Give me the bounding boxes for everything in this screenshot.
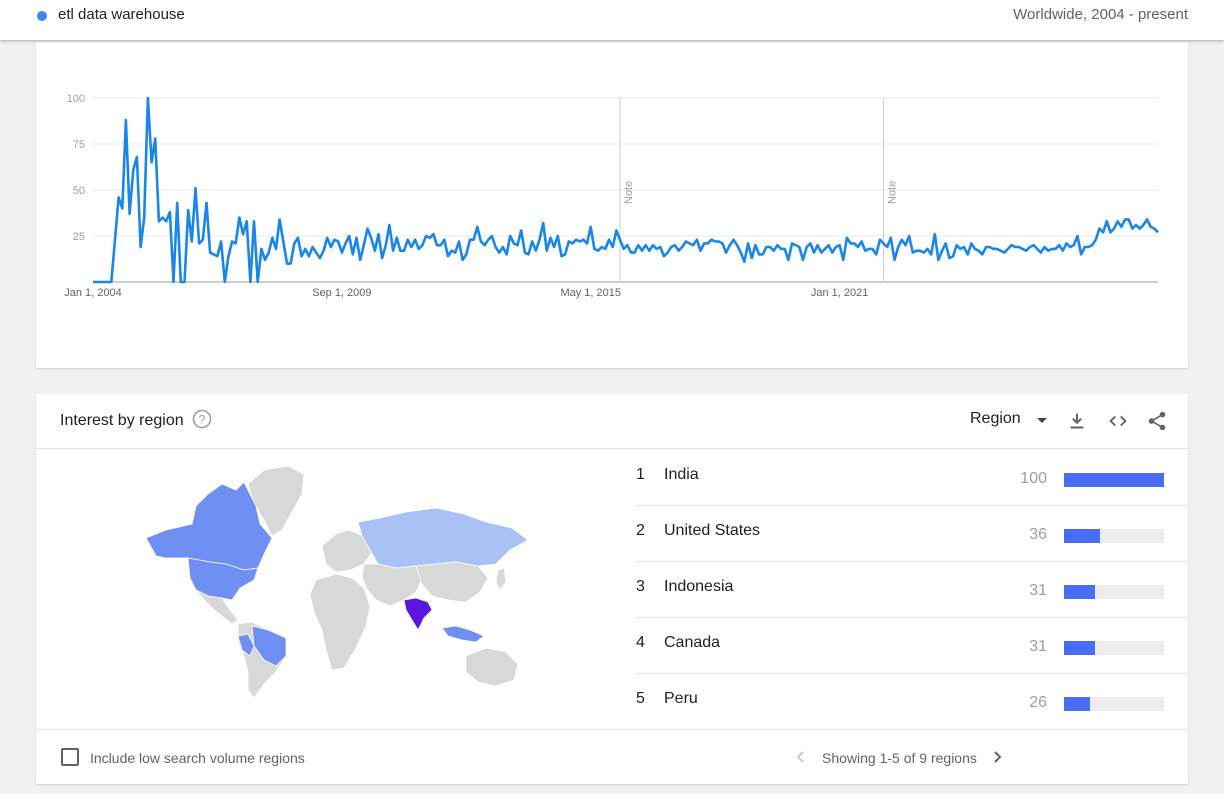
region-name[interactable]: United States [664,522,760,540]
region-value: 31 [1029,582,1047,599]
y-tick-label: 50 [73,185,85,197]
region-name[interactable]: Canada [664,634,720,652]
scope-label: Worldwide, 2004 - present [1013,6,1188,23]
y-tick-label: 100 [67,93,85,105]
note-label: Note [887,181,899,204]
region-value: 31 [1029,638,1047,655]
x-tick-label: Jan 1, 2021 [811,287,869,299]
world-map[interactable] [126,460,536,700]
x-tick-label: May 1, 2015 [560,287,621,299]
region-row[interactable]: 3 Indonesia 31 [636,561,1188,618]
region-card-header: Interest by region ? Region [36,394,1188,449]
note-label: Note [623,181,635,204]
region-row[interactable]: 4 Canada 31 [636,617,1188,674]
map-region-japan[interactable] [495,567,507,591]
map-region-indonesia[interactable] [441,625,485,643]
region-name[interactable]: India [664,466,699,484]
interest-by-region-card: Interest by region ? Region 1 India 100 … [36,394,1188,784]
region-name[interactable]: Indonesia [664,578,733,596]
region-value: 100 [1020,470,1047,487]
region-bar [1064,697,1090,711]
y-tick-label: 25 [73,231,85,243]
region-name[interactable]: Peru [664,690,698,708]
region-resolution-select[interactable]: Region [970,410,1021,428]
embed-code-icon[interactable] [1107,410,1129,432]
region-row[interactable]: 5 Peru 26 [636,673,1188,729]
region-row[interactable]: 1 India 100 [636,449,1188,506]
chevron-down-icon[interactable] [1037,418,1047,423]
region-bar [1064,585,1095,599]
download-icon[interactable] [1066,410,1088,432]
interest-over-time-card: 100 75 50 25 Jan 1, 2004 Sep 1, 2009 May 1, 20… [36,42,1188,368]
region-bar [1064,641,1095,655]
chevron-left-icon[interactable] [794,750,808,764]
map-region-east-asia[interactable] [415,561,489,603]
region-value: 36 [1029,526,1047,543]
region-bar [1064,529,1100,543]
region-rank: 5 [636,690,645,707]
region-card-footer: Include low search volume regions Showin… [36,729,1188,785]
region-rank: 1 [636,466,645,483]
region-card-title: Interest by region [60,412,184,429]
share-icon[interactable] [1146,410,1168,432]
low-volume-checkbox[interactable] [61,748,79,766]
pagination-info: Showing 1-5 of 9 regions [822,750,977,766]
map-region-australia[interactable] [465,647,519,687]
region-row[interactable]: 2 United States 36 [636,505,1188,562]
region-bar-track [1064,473,1164,487]
region-value: 26 [1029,694,1047,711]
help-icon[interactable]: ? [192,409,212,429]
interest-over-time-chart[interactable]: 100 75 50 25 Jan 1, 2004 Sep 1, 2009 May 1, 20… [36,42,1188,368]
region-rank: 4 [636,634,645,651]
search-term-label[interactable]: etl data warehouse [58,6,185,23]
region-bar-track [1064,585,1164,599]
x-tick-label: Sep 1, 2009 [312,287,371,299]
svg-text:?: ? [199,413,206,427]
map-region-india[interactable] [403,597,433,631]
map-region-africa[interactable] [309,573,371,671]
search-term-bar: etl data warehouse Worldwide, 2004 - pre… [0,0,1224,40]
region-rank: 2 [636,522,645,539]
region-bar-track [1064,641,1164,655]
map-region-russia[interactable] [357,507,529,569]
region-bar [1064,473,1164,487]
x-tick-label: Jan 1, 2004 [64,287,122,299]
y-tick-label: 75 [73,139,85,151]
low-volume-checkbox-label[interactable]: Include low search volume regions [90,750,305,766]
region-bar-track [1064,697,1164,711]
term-color-dot [37,11,47,21]
region-bar-track [1064,529,1164,543]
region-rank: 3 [636,578,645,595]
chevron-right-icon[interactable] [990,750,1004,764]
